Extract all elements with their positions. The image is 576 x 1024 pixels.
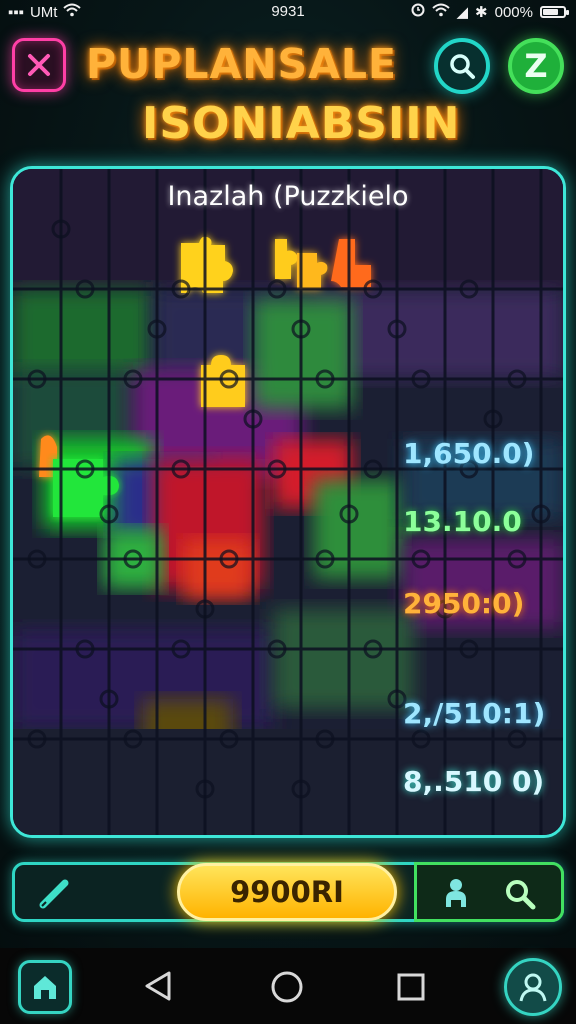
z-button-label: Z [524, 47, 548, 85]
board-title: Inazlah (Puzzkielo [167, 181, 409, 212]
signal-strength-icon: ◢ [456, 4, 469, 21]
score-value: 2950:0) [403, 587, 525, 620]
nav-home-icon[interactable] [270, 970, 304, 1008]
search-icon [450, 54, 475, 79]
game-title-line1: PUPLANSALE [86, 40, 397, 88]
search-icon[interactable] [503, 877, 537, 915]
home-app-button[interactable] [18, 960, 72, 1014]
nav-recent-apps-icon[interactable] [396, 972, 426, 1006]
status-bar: ▪▪▪ UMt 9931 ◢ ✱ 000% [0, 0, 576, 26]
nav-back-icon[interactable] [143, 970, 173, 1006]
z-button[interactable]: Z [508, 38, 564, 94]
wifi-icon-right [431, 3, 450, 21]
score-button[interactable]: 9900RI [177, 863, 397, 921]
puzzle-pieces[interactable] [13, 169, 563, 835]
close-button[interactable] [12, 38, 66, 92]
close-x-icon [28, 54, 50, 76]
search-button[interactable] [434, 38, 490, 94]
profile-button[interactable] [504, 958, 562, 1016]
control-bar: 9900RI [12, 862, 564, 922]
score-value: 1,650.0) [403, 437, 535, 470]
pencil-icon[interactable] [37, 875, 73, 915]
score-value: 13.10.0 [403, 505, 522, 538]
bluetooth-icon: ✱ [475, 4, 488, 21]
puzzle-board[interactable]: Inazlah (Puzzkielo 1,650.0) 13.10.0 2950… [10, 166, 566, 838]
score-button-label: 9900RI [230, 875, 344, 909]
person-icon[interactable] [443, 877, 469, 913]
score-value: 8,.510 0) [403, 765, 545, 798]
game-title-line2: ISONIABSIIN [142, 98, 461, 149]
control-bar-right-panel [414, 862, 564, 922]
system-nav-bar [0, 948, 576, 1024]
battery-label: 000% [494, 3, 533, 21]
score-value: 2,/510:1) [403, 697, 546, 730]
battery-icon [540, 6, 569, 18]
alarm-icon [411, 3, 425, 21]
user-avatar-icon [519, 973, 547, 1002]
house-icon [34, 976, 56, 999]
